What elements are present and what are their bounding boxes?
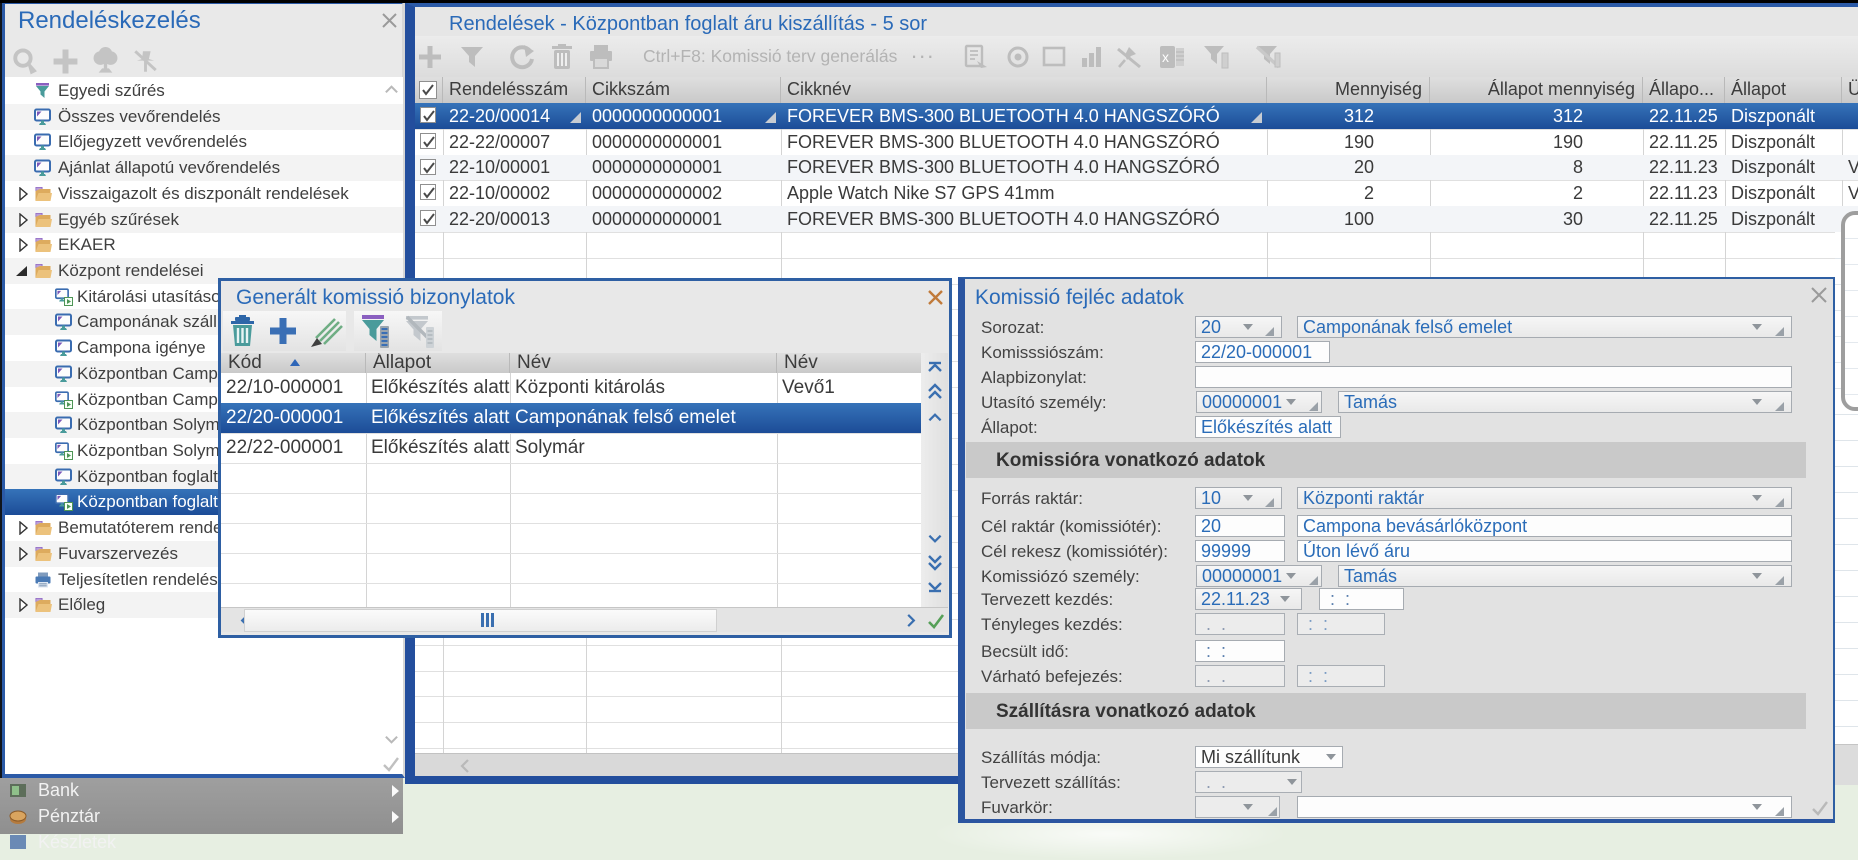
svg-text:x: x xyxy=(1162,49,1169,65)
